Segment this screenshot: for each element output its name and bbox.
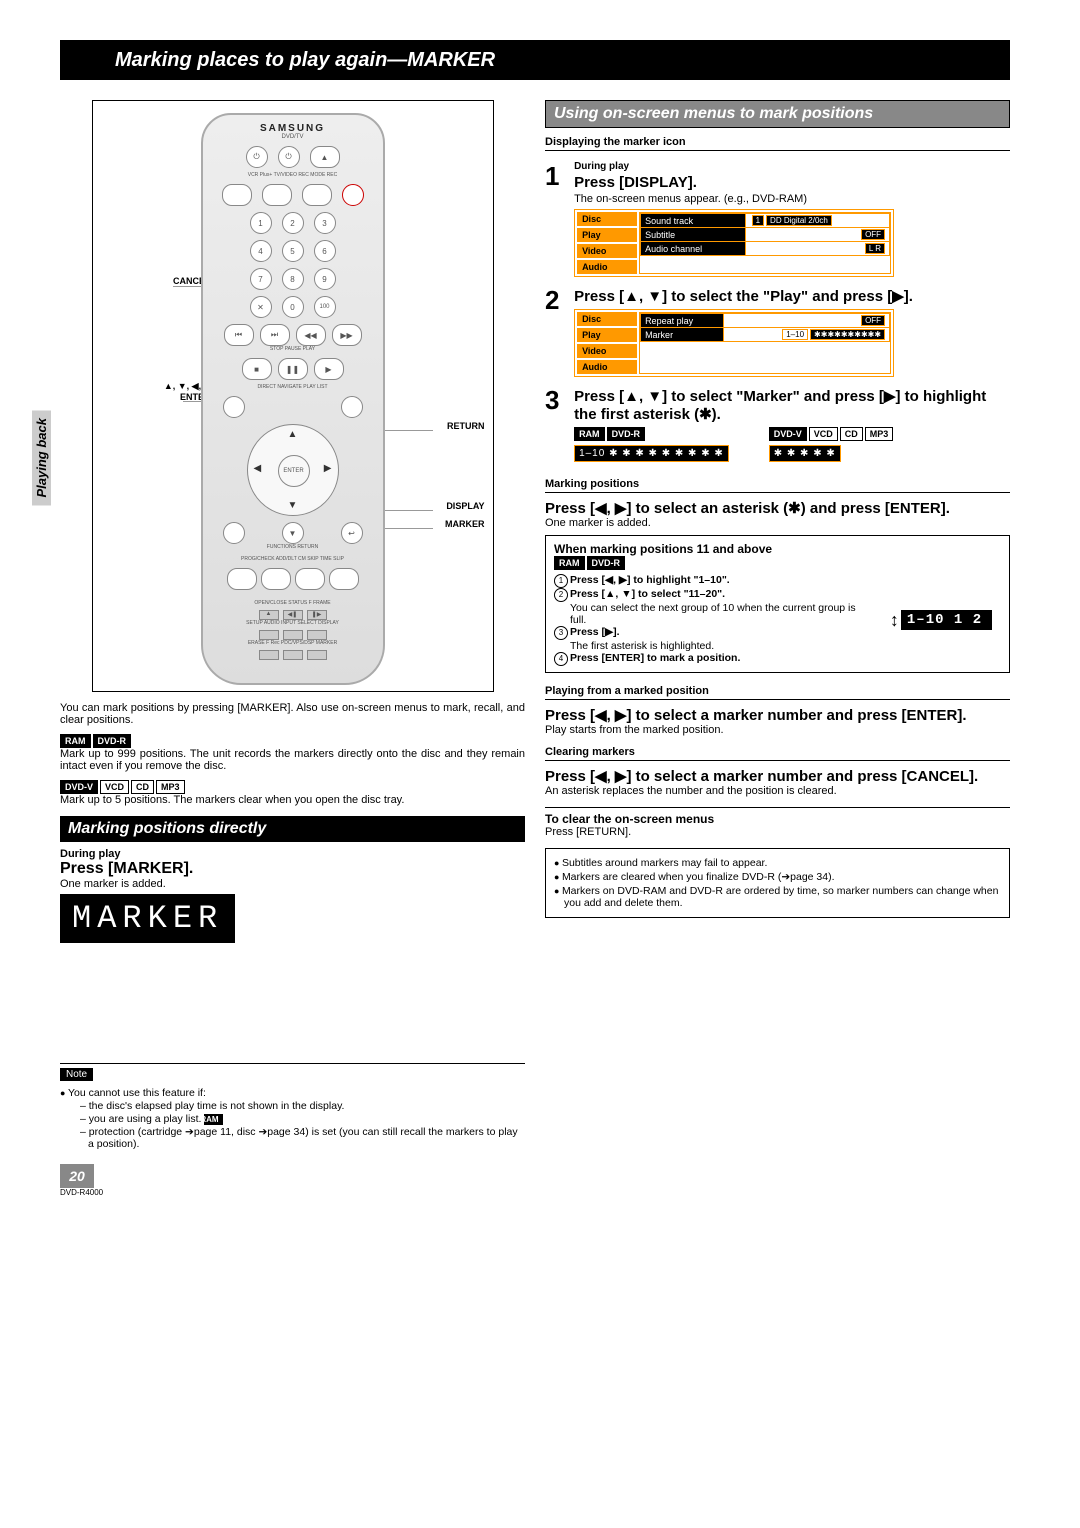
step-1-number: 1 xyxy=(545,161,571,192)
clear-osd-text: Press [RETURN]. xyxy=(545,826,1010,838)
page-title: Marking places to play again—MARKER xyxy=(60,40,1010,80)
note-item-2: you are using a play list. RAM xyxy=(70,1113,525,1125)
note-label: Note xyxy=(60,1068,93,1081)
badge-mp3: MP3 xyxy=(156,780,185,794)
marker-bar-b: ✱ ✱ ✱ ✱ ✱ xyxy=(769,445,841,462)
dpad: ▲ ▼ ◀ ▶ ENTER xyxy=(247,424,339,516)
badge-vcd: VCD xyxy=(100,780,129,794)
section-marking-directly: Marking positions directly xyxy=(60,816,525,842)
step-2-main: Press [▲, ▼] to select the "Play" and pr… xyxy=(574,287,1009,305)
remote-brand: SAMSUNG xyxy=(203,123,383,134)
right-notes-box: Subtitles around markers may fail to app… xyxy=(545,848,1010,918)
step-1-post: The on-screen menus appear. (e.g., DVD-R… xyxy=(574,193,1009,205)
box11-step3b: The first asterisk is highlighted. xyxy=(554,640,873,652)
ram-dvr-text: Mark up to 999 positions. The unit recor… xyxy=(60,748,525,772)
updown-arrow-icon: ↕ xyxy=(890,610,899,631)
note-lead: You cannot use this feature if: xyxy=(68,1087,206,1099)
model-number: DVD-R4000 xyxy=(60,1188,525,1197)
play-cmd: Press [◀, ▶] to select a marker number a… xyxy=(545,706,1010,724)
badge-dvdr: DVD-R xyxy=(93,734,132,748)
step-2-number: 2 xyxy=(545,285,571,316)
step-3-main: Press [▲, ▼] to select "Marker" and pres… xyxy=(574,387,1009,423)
step-3-number: 3 xyxy=(545,385,571,416)
remote-illustration: CANCEL ▲, ▼, ◀, ▶ ENTER RETURN DISPLAY M… xyxy=(92,100,494,692)
play-text: Play starts from the marked position. xyxy=(545,724,1010,736)
clear-osd-heading: To clear the on-screen menus xyxy=(545,812,1010,826)
banner-onscreen-menus: Using on-screen menus to mark positions xyxy=(545,100,1010,128)
open-close-icon: ▲ xyxy=(310,146,340,168)
during-play-label: During play xyxy=(60,848,525,860)
callout-display: DISPLAY xyxy=(446,501,484,511)
power-tv-icon: ⏻ xyxy=(278,146,300,168)
one-marker-added: One marker is added. xyxy=(60,878,525,890)
clear-text: An asterisk replaces the number and the … xyxy=(545,785,1010,797)
box11-step4: Press [ENTER] to mark a position. xyxy=(570,652,740,664)
clear-cmd: Press [◀, ▶] to select a marker number a… xyxy=(545,767,1010,785)
note-item-1: the disc's elapsed play time is not show… xyxy=(70,1100,525,1112)
box11-step2b: You can select the next group of 10 when… xyxy=(554,602,873,626)
press-select-asterisk: Press [◀, ▶] to select an asterisk (✱) a… xyxy=(545,499,1010,517)
badge-cd: CD xyxy=(131,780,154,794)
marker-group-badge: 1–10 1 2 xyxy=(901,610,992,630)
badge-ram: RAM xyxy=(60,734,91,748)
one-marker-added-2: One marker is added. xyxy=(545,517,1010,529)
badge-dvdv: DVD-V xyxy=(60,780,98,794)
sub-clearing-markers: Clearing markers xyxy=(545,744,1010,761)
osd-menu-2: Disc Repeat playOFF Marker1–10✱✱✱✱✱✱✱✱✱✱… xyxy=(574,309,894,377)
step-1-main: Press [DISPLAY]. xyxy=(574,174,1009,191)
note-item-3: protection (cartridge ➔page 11, disc ➔pa… xyxy=(70,1126,525,1150)
box11-step3: Press [▶]. xyxy=(570,626,620,638)
right-note-2: Markers are cleared when you finalize DV… xyxy=(554,871,1001,883)
note-box: Note You cannot use this feature if: the… xyxy=(60,1063,525,1150)
osd-menu-1: Disc Sound track1DD Digital 2/0ch Subtit… xyxy=(574,209,894,277)
sub-displaying-icon: Displaying the marker icon xyxy=(545,134,1010,151)
power-dvd-icon: ⏻ xyxy=(246,146,268,168)
callout-cancel: CANCEL xyxy=(101,276,211,286)
callout-marker: MARKER xyxy=(445,519,485,529)
step-1-pre: During play xyxy=(574,161,1009,172)
box11-step1: Press [◀, ▶] to highlight "1–10". xyxy=(570,574,730,586)
other-disc-text: Mark up to 5 positions. The markers clea… xyxy=(60,794,525,806)
marker-bar-a: 1–10 ✱ ✱ ✱ ✱ ✱ ✱ ✱ ✱ ✱ xyxy=(574,445,729,462)
right-note-1: Subtitles around markers may fail to app… xyxy=(554,857,1001,869)
page-number: 20 xyxy=(60,1164,94,1188)
box-positions-11: When marking positions 11 and above RAMD… xyxy=(545,535,1010,673)
right-note-3: Markers on DVD-RAM and DVD-R are ordered… xyxy=(554,885,1001,909)
press-marker: Press [MARKER]. xyxy=(60,860,525,878)
box11-step2: Press [▲, ▼] to select "11–20". xyxy=(570,588,725,600)
intro-text: You can mark positions by pressing [MARK… xyxy=(60,702,525,726)
box11-title: When marking positions 11 and above xyxy=(554,542,1001,556)
callout-return: RETURN xyxy=(447,421,485,431)
remote-sub: DVD/TV xyxy=(203,134,383,140)
sub-marking-positions: Marking positions xyxy=(545,476,1010,493)
callout-arrows-enter: ▲, ▼, ◀, ▶ ENTER xyxy=(101,381,211,402)
sub-playing-from-marked: Playing from a marked position xyxy=(545,683,1010,700)
side-tab: Playing back xyxy=(32,410,51,505)
marker-lcd-display: MARKER xyxy=(60,894,235,943)
